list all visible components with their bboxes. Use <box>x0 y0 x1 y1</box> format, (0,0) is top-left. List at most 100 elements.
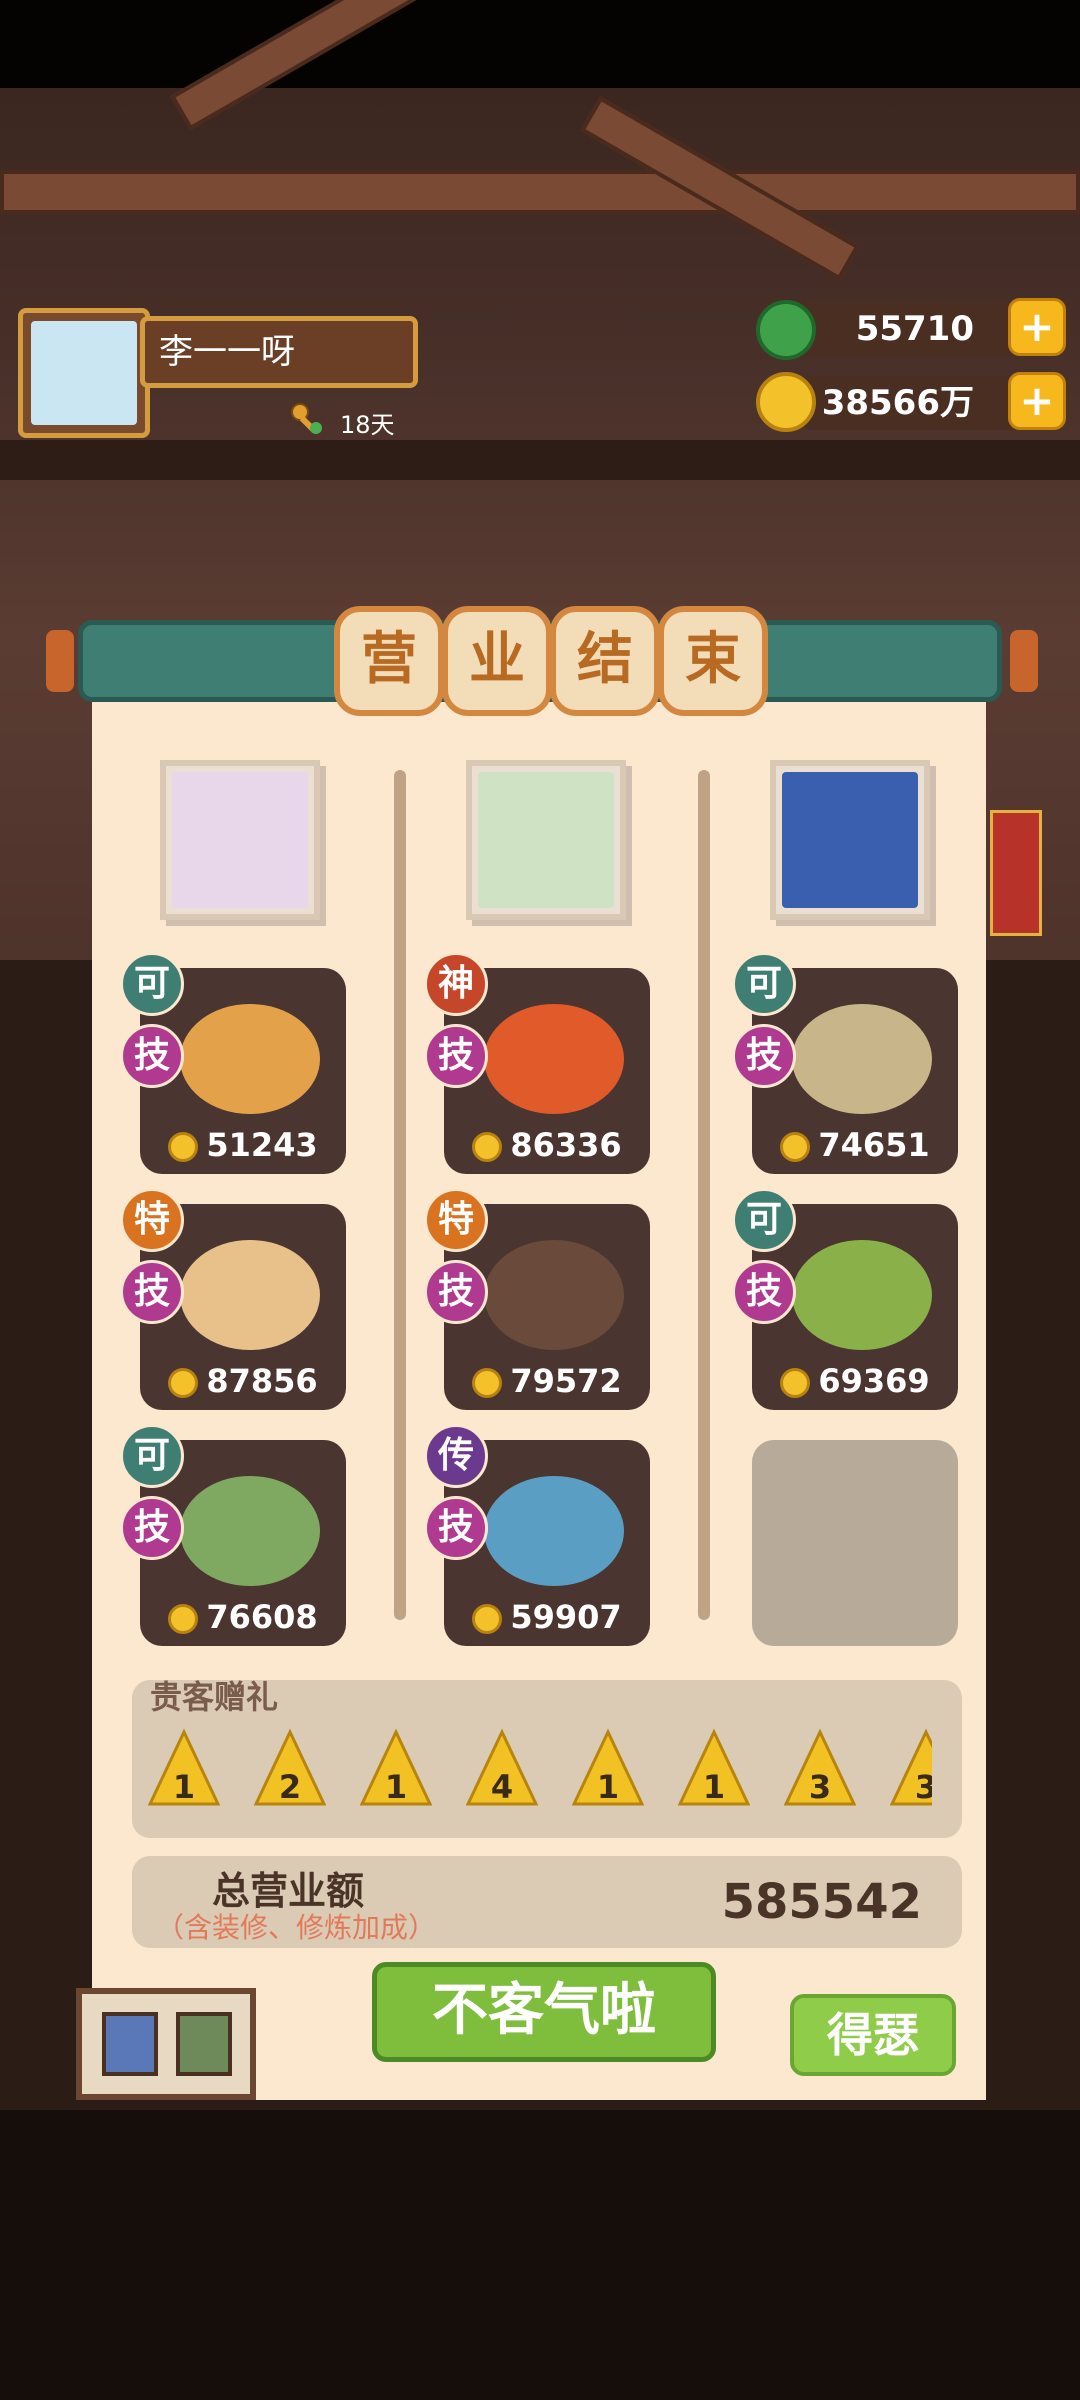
gift-item[interactable]: 1 <box>677 1728 751 1808</box>
coin-amount: 38566万 <box>788 376 1044 430</box>
menu-sign <box>990 810 1042 936</box>
settings-icon[interactable] <box>176 2012 232 2076</box>
dish-image <box>484 1004 624 1114</box>
skill-badge: 技 <box>732 1024 796 1088</box>
price-value: 69369 <box>818 1362 930 1400</box>
gift-count: 1 <box>596 1768 620 1806</box>
top-black-bar <box>0 0 1080 88</box>
gift-item[interactable]: 3 <box>890 1728 932 1808</box>
dish-price: 87856 <box>140 1362 346 1400</box>
price-value: 76608 <box>206 1598 318 1636</box>
coin-icon <box>168 1604 199 1634</box>
coin-icon <box>168 1132 199 1162</box>
show-off-button[interactable]: 得瑟 <box>790 1994 956 2076</box>
chef-picture <box>172 772 308 908</box>
gift-count: 1 <box>702 1768 726 1806</box>
rank-badge: 特 <box>120 1188 184 1252</box>
dish-image <box>180 1476 320 1586</box>
price-value: 86336 <box>510 1126 622 1164</box>
skill-badge: 技 <box>424 1496 488 1560</box>
gift-item[interactable]: 1 <box>359 1728 433 1808</box>
title-char-3: 结 <box>550 606 660 716</box>
scroll-end-right <box>1010 630 1038 692</box>
jade-amount: 55710 <box>788 302 1044 356</box>
rank-badge: 可 <box>732 952 796 1016</box>
total-value: 585542 <box>721 1874 922 1930</box>
gift-count: 1 <box>172 1768 196 1806</box>
gift-item[interactable]: 1 <box>147 1728 221 1808</box>
total-revenue: 总营业额 （含装修、修炼加成） 585542 <box>132 1856 962 1948</box>
add-coins-button[interactable]: + <box>1008 372 1066 430</box>
gift-item[interactable]: 4 <box>465 1728 539 1808</box>
dish-price: 86336 <box>444 1126 650 1164</box>
coin-icon <box>472 1604 503 1634</box>
floor-shadow <box>0 2110 1080 2400</box>
skill-badge: 技 <box>424 1260 488 1324</box>
coin-icon <box>472 1132 503 1162</box>
dish-price: 59907 <box>444 1598 650 1636</box>
add-jade-button[interactable]: + <box>1008 298 1066 356</box>
dish-price: 51243 <box>140 1126 346 1164</box>
guest-gifts: 贵客赠礼 1 2 1 4 1 1 3 3 <box>132 1678 962 1838</box>
coin-icon <box>756 372 816 432</box>
gift-count: 3 <box>808 1768 832 1806</box>
price-value: 51243 <box>206 1126 318 1164</box>
rank-badge: 可 <box>120 952 184 1016</box>
gift-count: 3 <box>914 1768 932 1806</box>
chef-picture <box>782 772 918 908</box>
gift-count: 1 <box>384 1768 408 1806</box>
dish-price: 79572 <box>444 1362 650 1400</box>
skill-badge: 技 <box>120 1496 184 1560</box>
skill-badge: 技 <box>424 1024 488 1088</box>
dish-image <box>792 1004 932 1114</box>
key-icon <box>291 403 322 434</box>
player-avatar[interactable] <box>18 308 150 438</box>
dish-image <box>180 1240 320 1350</box>
rank-badge: 可 <box>732 1188 796 1252</box>
days-played: 18天 <box>340 411 395 439</box>
column-divider <box>698 770 710 1620</box>
column-divider <box>394 770 406 1620</box>
title-char-1: 营 <box>334 606 444 716</box>
skill-badge: 技 <box>120 1260 184 1324</box>
dish-price: 74651 <box>752 1126 958 1164</box>
title-char-2: 业 <box>442 606 552 716</box>
tool-tray <box>76 1988 256 2100</box>
total-note: （含装修、修炼加成） <box>156 1911 437 1944</box>
dish-image <box>484 1476 624 1586</box>
dish-image <box>180 1004 320 1114</box>
gifts-title: 贵客赠礼 <box>150 1678 279 1716</box>
empty-dish-slot <box>752 1440 958 1646</box>
scroll-end-left <box>46 630 74 692</box>
skill-badge: 技 <box>120 1024 184 1088</box>
rank-badge: 传 <box>424 1424 488 1488</box>
settings-icon[interactable] <box>102 2012 158 2076</box>
wall-shelf <box>0 440 1080 480</box>
title-char-4: 束 <box>658 606 768 716</box>
rank-badge: 可 <box>120 1424 184 1488</box>
gift-item[interactable]: 3 <box>783 1728 857 1808</box>
coin-icon <box>780 1132 811 1162</box>
chef-portrait-1[interactable] <box>160 760 320 920</box>
gift-count: 4 <box>490 1768 514 1806</box>
roof-beam <box>0 170 1080 214</box>
dish-image <box>792 1240 932 1350</box>
price-value: 59907 <box>510 1598 622 1636</box>
gift-item[interactable]: 2 <box>253 1728 327 1808</box>
player-name: 李一一呀 <box>140 316 418 388</box>
avatar-picture <box>31 321 137 425</box>
skill-badge: 技 <box>732 1260 796 1324</box>
rank-badge: 神 <box>424 952 488 1016</box>
chef-portrait-2[interactable] <box>466 760 626 920</box>
chef-picture <box>478 772 614 908</box>
price-value: 87856 <box>206 1362 318 1400</box>
dish-image <box>484 1240 624 1350</box>
confirm-button[interactable]: 不客气啦 <box>372 1962 716 2062</box>
gift-item[interactable]: 1 <box>571 1728 645 1808</box>
chef-portrait-3[interactable] <box>770 760 930 920</box>
coin-icon <box>780 1368 811 1398</box>
coin-icon <box>472 1368 503 1398</box>
dish-price: 76608 <box>140 1598 346 1636</box>
jade-icon <box>756 300 816 360</box>
gift-count: 2 <box>278 1768 302 1806</box>
